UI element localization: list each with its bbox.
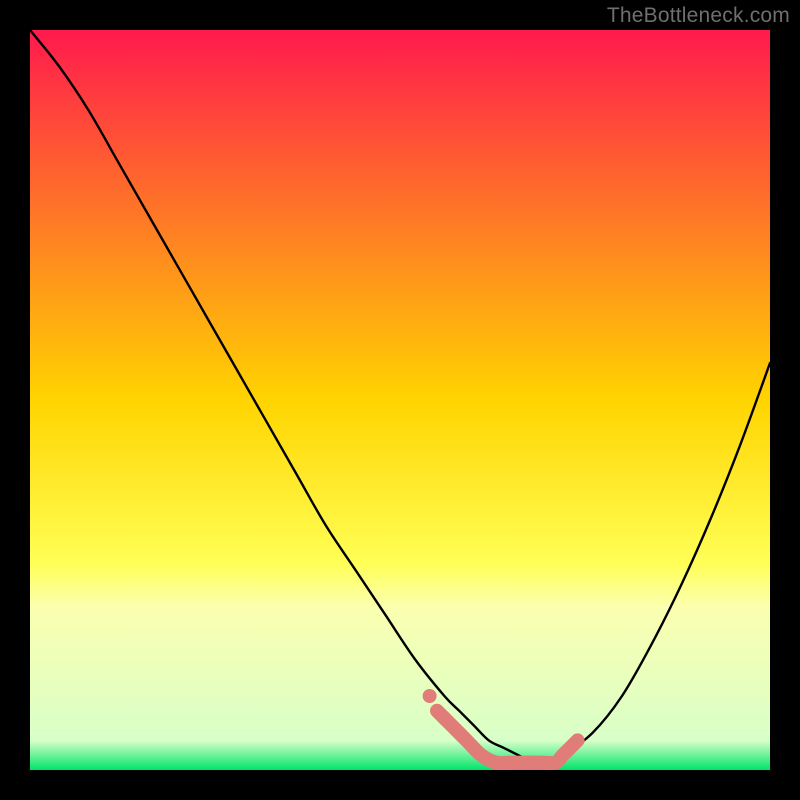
gradient-background <box>30 30 770 770</box>
chart-svg <box>30 30 770 770</box>
marker-dot-1 <box>423 689 437 703</box>
plot-area <box>30 30 770 770</box>
marker-dot-2 <box>437 711 451 725</box>
watermark-text: TheBottleneck.com <box>607 4 790 28</box>
chart-stage: TheBottleneck.com <box>0 0 800 800</box>
